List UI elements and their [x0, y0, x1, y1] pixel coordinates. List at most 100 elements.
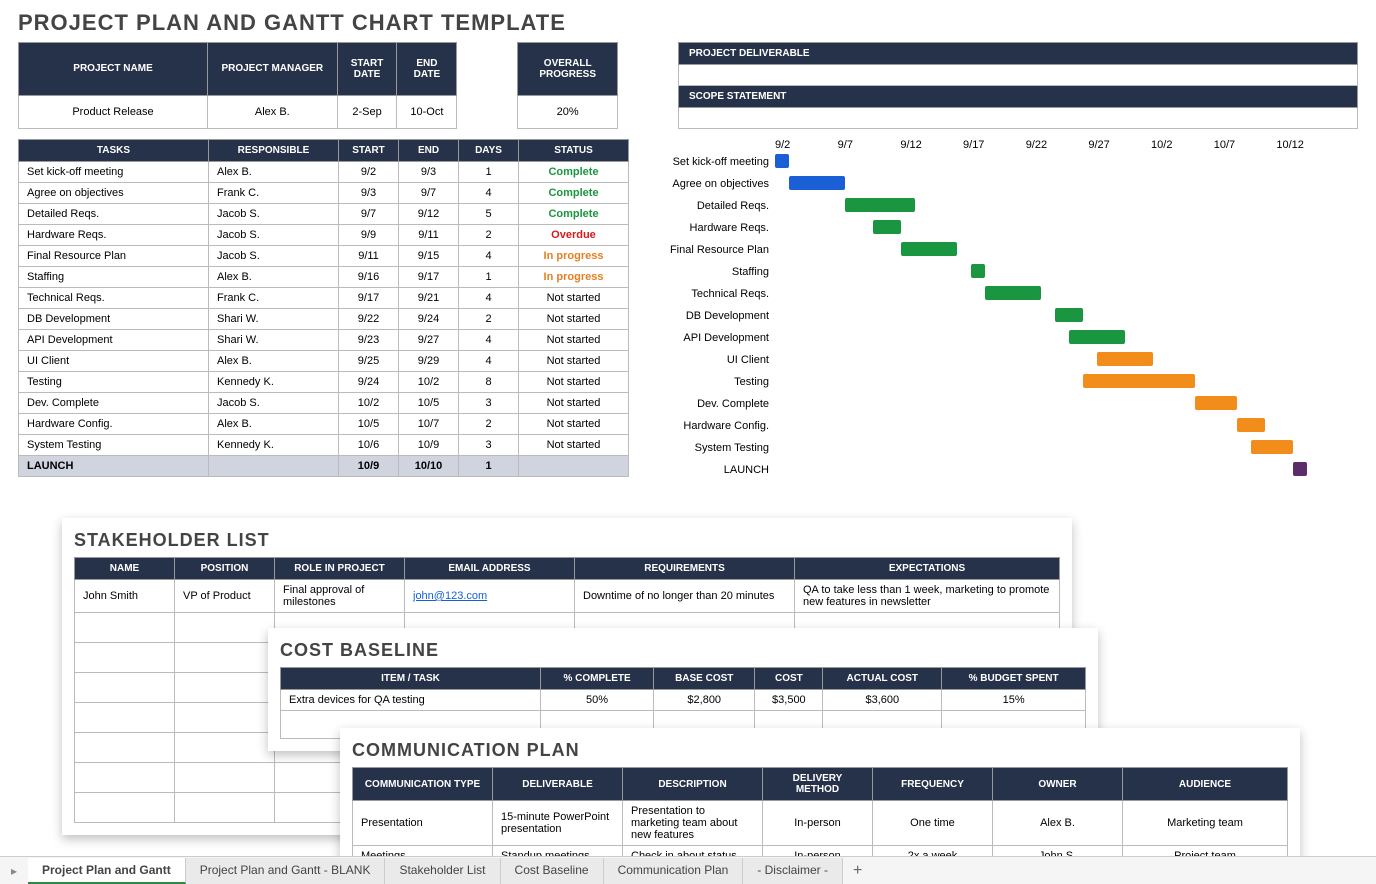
gantt-label: Hardware Config.: [659, 420, 775, 432]
table-row[interactable]: Hardware Config.Alex B.10/510/72Not star…: [19, 414, 629, 435]
table-row[interactable]: [75, 703, 175, 733]
table-row[interactable]: StaffingAlex B.9/169/171In progress: [19, 267, 629, 288]
table-row[interactable]: [75, 733, 175, 763]
cm-th-freq: FREQUENCY: [873, 768, 993, 801]
gantt-tick: 9/17: [963, 139, 1026, 151]
c-th-pct: % COMPLETE: [541, 668, 654, 690]
gantt-row: Hardware Config.: [659, 415, 1339, 437]
gantt-label: Final Resource Plan: [659, 244, 775, 256]
table-row[interactable]: [75, 763, 175, 793]
table-row[interactable]: Presentation15-minute PowerPoint present…: [353, 801, 1288, 846]
gantt-label: Hardware Reqs.: [659, 222, 775, 234]
th-end: END: [399, 140, 459, 162]
gantt-bar: [1069, 330, 1125, 344]
table-row[interactable]: API DevelopmentShari W.9/239/274Not star…: [19, 330, 629, 351]
gantt-bar: [873, 220, 901, 234]
gantt-label: LAUNCH: [659, 464, 775, 476]
gantt-tick: 9/2: [775, 139, 838, 151]
cm-th-owner: OWNER: [993, 768, 1123, 801]
td-end-date[interactable]: 10-Oct: [397, 95, 457, 128]
table-row[interactable]: UI ClientAlex B.9/259/294Not started: [19, 351, 629, 372]
c-td-cost[interactable]: $3,500: [755, 690, 823, 711]
gantt-tick: 9/27: [1088, 139, 1151, 151]
gantt-row: Technical Reqs.: [659, 283, 1339, 305]
td-overall-progress[interactable]: 20%: [518, 95, 618, 128]
gantt-tick: 9/22: [1026, 139, 1089, 151]
table-row[interactable]: Dev. CompleteJacob S.10/210/53Not starte…: [19, 393, 629, 414]
gantt-row: DB Development: [659, 305, 1339, 327]
sh-td-email[interactable]: john@123.com: [405, 580, 575, 613]
table-row[interactable]: [75, 613, 175, 643]
gantt-bar: [1251, 440, 1293, 454]
gantt-label: System Testing: [659, 442, 775, 454]
c-td-pct[interactable]: 50%: [541, 690, 654, 711]
gantt-label: Technical Reqs.: [659, 288, 775, 300]
sh-td-role[interactable]: Final approval of milestones: [275, 580, 405, 613]
c-td-item[interactable]: Extra devices for QA testing: [281, 690, 541, 711]
gantt-row: Testing: [659, 371, 1339, 393]
gantt-tick: 10/2: [1151, 139, 1214, 151]
td-scope[interactable]: [679, 108, 1358, 129]
add-sheet-button[interactable]: +: [843, 858, 872, 884]
td-deliverable[interactable]: [679, 65, 1358, 86]
sh-td-exp[interactable]: QA to take less than 1 week, marketing t…: [795, 580, 1060, 613]
table-row[interactable]: DB DevelopmentShari W.9/229/242Not start…: [19, 309, 629, 330]
gantt-row: Set kick-off meeting: [659, 151, 1339, 173]
cm-th-type: COMMUNICATION TYPE: [353, 768, 493, 801]
gantt-row: UI Client: [659, 349, 1339, 371]
sh-td-name[interactable]: John Smith: [75, 580, 175, 613]
th-days: DAYS: [459, 140, 519, 162]
td-project-manager[interactable]: Alex B.: [208, 95, 338, 128]
gantt-row: Detailed Reqs.: [659, 195, 1339, 217]
page-title: PROJECT PLAN AND GANTT CHART TEMPLATE: [18, 10, 1358, 36]
gantt-tick: 9/12: [900, 139, 963, 151]
sh-th-email: EMAIL ADDRESS: [405, 558, 575, 580]
table-row[interactable]: Final Resource PlanJacob S.9/119/154In p…: [19, 246, 629, 267]
sh-th-req: REQUIREMENTS: [575, 558, 795, 580]
gantt-tick: 10/7: [1214, 139, 1277, 151]
table-row[interactable]: [75, 643, 175, 673]
table-row[interactable]: Set kick-off meetingAlex B.9/29/31Comple…: [19, 162, 629, 183]
cm-th-deliv: DELIVERABLE: [493, 768, 623, 801]
c-td-budget[interactable]: 15%: [942, 690, 1086, 711]
launch-row[interactable]: LAUNCH10/910/101: [19, 456, 629, 477]
gantt-row: LAUNCH: [659, 459, 1339, 481]
sheet-tab[interactable]: Cost Baseline: [501, 858, 604, 884]
deliverable-table: PROJECT DELIVERABLE SCOPE STATEMENT: [678, 42, 1358, 129]
sheet-tab[interactable]: Communication Plan: [604, 858, 744, 884]
gantt-row: Final Resource Plan: [659, 239, 1339, 261]
table-row[interactable]: Hardware Reqs.Jacob S.9/99/112Overdue: [19, 225, 629, 246]
sheet-tabs: ▸ Project Plan and GanttProject Plan and…: [0, 856, 1376, 884]
table-row[interactable]: [75, 673, 175, 703]
th-end-date: END DATE: [397, 43, 457, 96]
th-start: START: [339, 140, 399, 162]
sh-td-position[interactable]: VP of Product: [175, 580, 275, 613]
sheet-tab[interactable]: Project Plan and Gantt: [28, 858, 186, 884]
tab-scroll-left-icon[interactable]: ▸: [0, 864, 28, 878]
c-th-cost: COST: [755, 668, 823, 690]
gantt-label: Dev. Complete: [659, 398, 775, 410]
th-scope: SCOPE STATEMENT: [679, 86, 1358, 108]
gantt-label: API Development: [659, 332, 775, 344]
sh-td-req[interactable]: Downtime of no longer than 20 minutes: [575, 580, 795, 613]
table-row[interactable]: Agree on objectivesFrank C.9/39/74Comple…: [19, 183, 629, 204]
table-row[interactable]: TestingKennedy K.9/2410/28Not started: [19, 372, 629, 393]
sheet-tab[interactable]: Stakeholder List: [385, 858, 500, 884]
gantt-row: Hardware Reqs.: [659, 217, 1339, 239]
cost-title: COST BASELINE: [280, 640, 1086, 661]
sh-th-name: NAME: [75, 558, 175, 580]
email-link[interactable]: john@123.com: [413, 590, 487, 602]
table-row[interactable]: Detailed Reqs.Jacob S.9/79/125Complete: [19, 204, 629, 225]
c-th-budget: % BUDGET SPENT: [942, 668, 1086, 690]
c-td-actual[interactable]: $3,600: [823, 690, 942, 711]
table-row[interactable]: [75, 793, 175, 823]
cm-th-aud: AUDIENCE: [1123, 768, 1288, 801]
td-project-name[interactable]: Product Release: [19, 95, 208, 128]
sheet-tab[interactable]: Project Plan and Gantt - BLANK: [186, 858, 386, 884]
sheet-tab[interactable]: - Disclaimer -: [743, 858, 843, 884]
gantt-label: UI Client: [659, 354, 775, 366]
td-start-date[interactable]: 2-Sep: [337, 95, 397, 128]
table-row[interactable]: System TestingKennedy K.10/610/93Not sta…: [19, 435, 629, 456]
table-row[interactable]: Technical Reqs.Frank C.9/179/214Not star…: [19, 288, 629, 309]
c-td-base[interactable]: $2,800: [654, 690, 755, 711]
